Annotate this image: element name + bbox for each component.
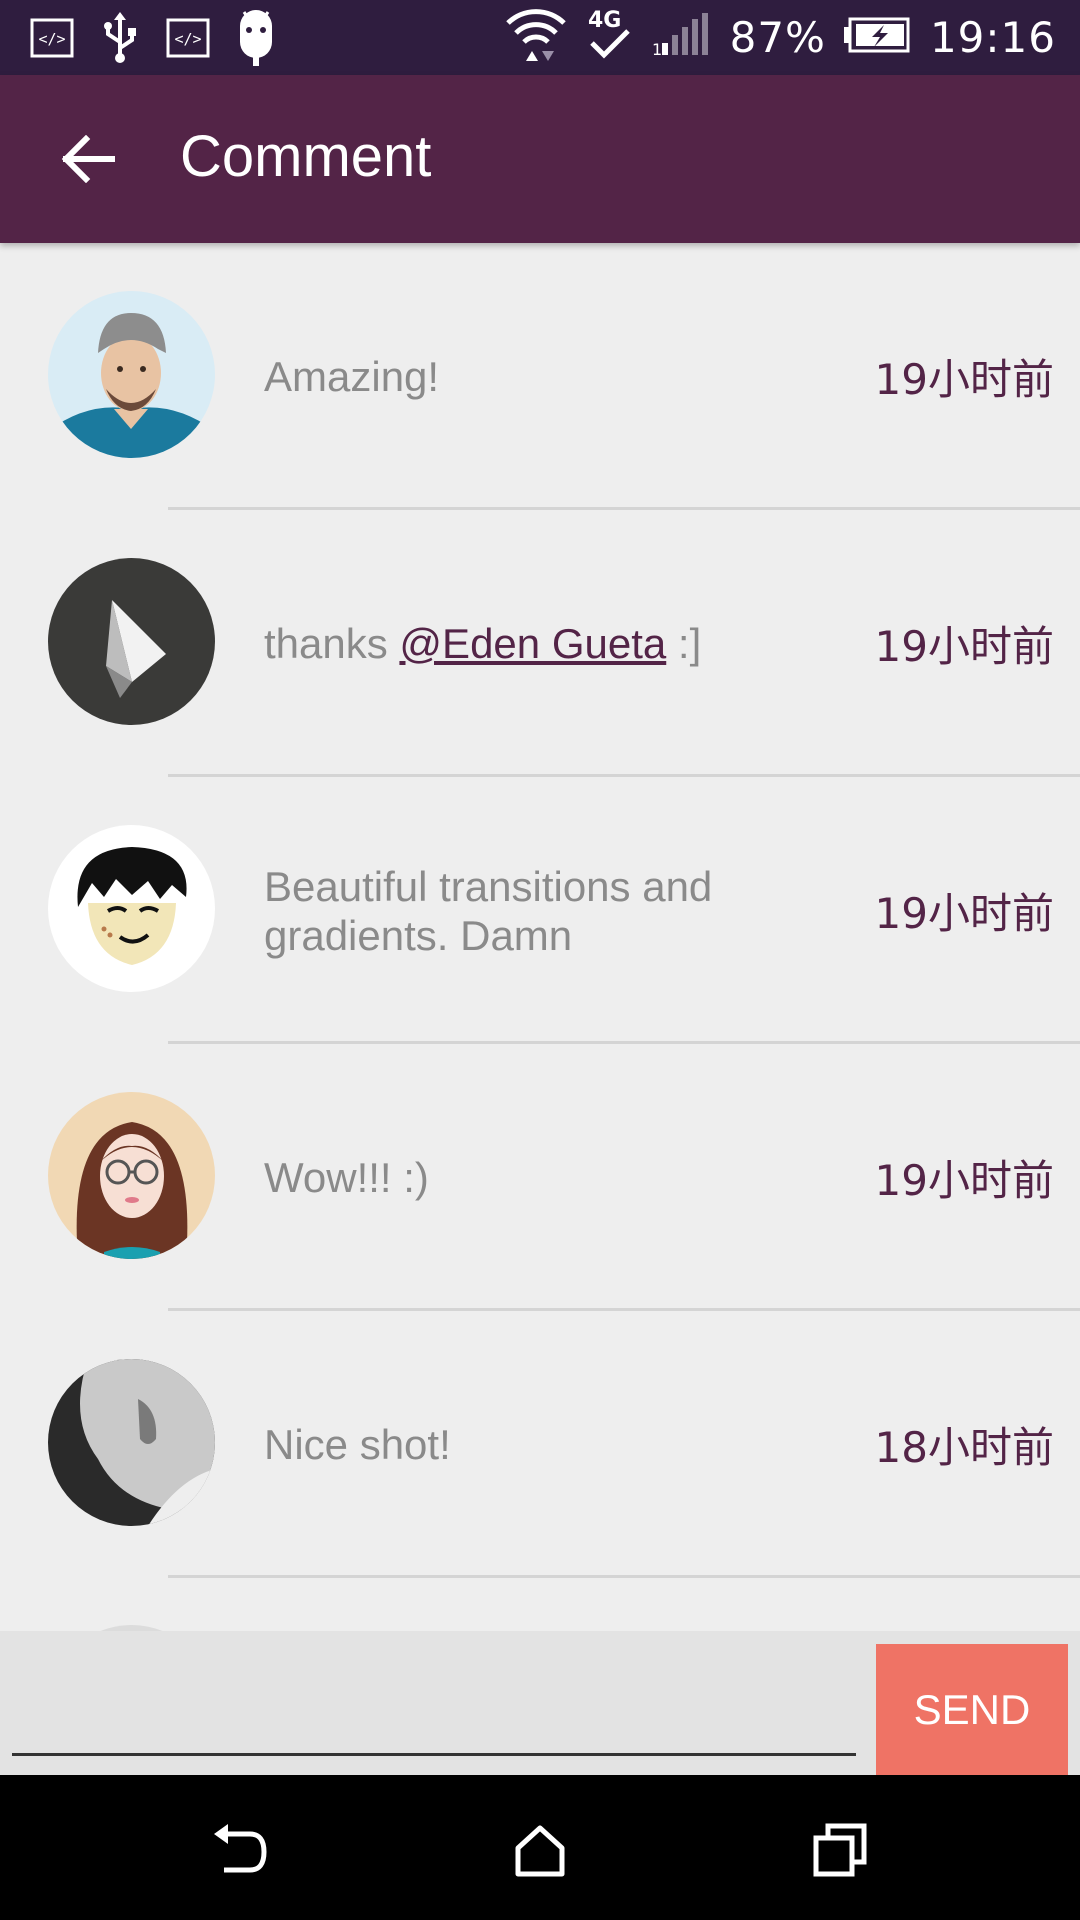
comment-text: Wow!!! :) (264, 1044, 824, 1311)
avatar[interactable] (48, 291, 215, 458)
battery-charging-icon (843, 15, 912, 60)
page-title: Comment (180, 124, 432, 189)
comment-time: 18小时前 (874, 1423, 1054, 1472)
divider (168, 1575, 1080, 1578)
comments-list[interactable]: Amazing! 19小时前 thanks @Eden Gueta :] 19小… (0, 243, 1080, 1631)
mention-link[interactable]: @Eden Gueta (399, 619, 666, 668)
svg-text:4G: 4G (588, 8, 621, 33)
comment-body: Nice shot! (264, 1421, 451, 1468)
comment-time: 19小时前 (874, 889, 1054, 938)
arrow-back-icon (61, 135, 115, 183)
comment-time: 19小时前 (874, 622, 1054, 671)
comment-row[interactable]: thanks @Eden Gueta :] 19小时前 (0, 510, 1080, 777)
comment-row[interactable]: Beautiful transitions and gradients. Dam… (0, 777, 1080, 1044)
comment-time: 19小时前 (874, 355, 1054, 404)
signal-icon: 1 (652, 13, 712, 62)
status-bar: </> </> 4G 1 87% 19:16 (0, 0, 1080, 75)
network-4g-icon: 4G (586, 5, 634, 70)
recents-icon (813, 1823, 867, 1877)
comment-text: thanks @Eden Gueta :] (264, 510, 824, 777)
avatar[interactable] (48, 1092, 215, 1259)
nav-back-button[interactable] (190, 1805, 290, 1895)
comment-text: Nice shot! (264, 1311, 824, 1578)
comment-input-bar: SEND (0, 1631, 1080, 1775)
comment-row[interactable]: Nice shot! 18小时前 (0, 1311, 1080, 1578)
comment-text: Amazing! (264, 243, 824, 510)
wifi-icon (504, 5, 568, 70)
clock: 19:16 (929, 13, 1056, 62)
avatar[interactable] (48, 825, 215, 992)
comment-row[interactable]: Amazing! 19小时前 (0, 243, 1080, 510)
avatar[interactable] (48, 1359, 215, 1526)
android-icon (234, 10, 278, 66)
nav-recents-button[interactable] (790, 1805, 890, 1895)
navigation-bar (0, 1775, 1080, 1920)
comment-body: Beautiful transitions and gradients. Dam… (264, 862, 713, 959)
send-button[interactable]: SEND (876, 1644, 1068, 1775)
comment-body: thanks (264, 620, 400, 667)
comment-body-tail: :] (666, 620, 702, 667)
usb-icon (98, 12, 142, 63)
svg-text:</>: </> (38, 30, 65, 48)
svg-text:</>: </> (174, 30, 201, 48)
comment-time: 19小时前 (874, 1156, 1054, 1205)
comment-input[interactable] (12, 1631, 856, 1756)
code-icon: </> (166, 16, 210, 60)
battery-percent: 87% (729, 13, 826, 62)
comment-body: Wow!!! :) (264, 1154, 429, 1201)
nav-home-button[interactable] (490, 1805, 590, 1895)
comment-body: Amazing! (264, 353, 440, 400)
avatar[interactable] (48, 558, 215, 725)
code-icon: </> (30, 16, 74, 60)
back-button[interactable] (48, 119, 128, 199)
app-bar: Comment (0, 75, 1080, 243)
svg-text:1: 1 (652, 40, 662, 57)
back-nav-icon (214, 1824, 267, 1873)
home-icon (515, 1825, 565, 1877)
comment-text: Beautiful transitions and gradients. Dam… (264, 777, 824, 1044)
comment-row[interactable]: Wow!!! :) 19小时前 (0, 1044, 1080, 1311)
